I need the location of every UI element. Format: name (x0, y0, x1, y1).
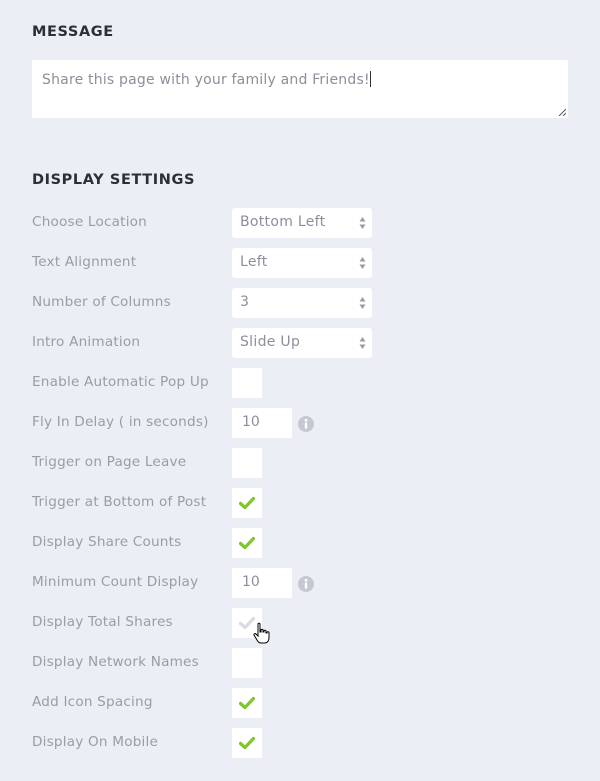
display-on-mobile-checkbox[interactable] (232, 728, 262, 758)
setting-label: Trigger on Page Leave (32, 454, 187, 470)
text-caret (369, 71, 371, 87)
input-value: 10 (242, 414, 260, 430)
checkmark-icon (239, 496, 255, 510)
fly-in-delay-in-seconds-input[interactable]: 10 (232, 408, 292, 438)
select-value: 3 (240, 294, 250, 310)
setting-label: Number of Columns (32, 294, 171, 310)
setting-row-number-of-columns: Number of Columns 3 (32, 288, 572, 318)
select-value: Bottom Left (240, 214, 326, 230)
setting-row-display-total-shares: Display Total Shares (32, 608, 572, 638)
setting-row-display-network-names: Display Network Names (32, 648, 572, 678)
text-alignment-select[interactable]: Left (232, 248, 372, 278)
select-arrows-icon (359, 337, 366, 349)
message-section-title: MESSAGE (32, 24, 114, 40)
message-text: Share this page with your family and Fri… (42, 72, 370, 88)
setting-row-intro-animation: Intro Animation Slide Up (32, 328, 572, 358)
trigger-on-page-leave-checkbox[interactable] (232, 448, 262, 478)
intro-animation-select[interactable]: Slide Up (232, 328, 372, 358)
setting-label: Trigger at Bottom of Post (32, 494, 207, 510)
info-icon[interactable] (298, 576, 314, 592)
select-value: Left (240, 254, 268, 270)
resize-grip-icon[interactable] (558, 108, 566, 116)
checkmark-icon (239, 736, 255, 750)
select-arrows-icon (359, 217, 366, 229)
setting-row-enable-automatic-pop-up: Enable Automatic Pop Up (32, 368, 572, 398)
setting-label: Display Total Shares (32, 614, 173, 630)
display-settings-title: DISPLAY SETTINGS (32, 172, 196, 188)
setting-row-add-icon-spacing: Add Icon Spacing (32, 688, 572, 718)
setting-label: Fly In Delay ( in seconds) (32, 414, 209, 430)
setting-label: Display Share Counts (32, 534, 182, 550)
checkmark-icon (239, 536, 255, 550)
message-textarea[interactable]: Share this page with your family and Fri… (32, 60, 568, 118)
setting-label: Intro Animation (32, 334, 141, 350)
enable-automatic-pop-up-checkbox[interactable] (232, 368, 262, 398)
info-icon[interactable] (298, 416, 314, 432)
setting-row-display-share-counts: Display Share Counts (32, 528, 572, 558)
select-arrows-icon (359, 257, 366, 269)
trigger-at-bottom-of-post-checkbox[interactable] (232, 488, 262, 518)
checkmark-icon (239, 696, 255, 710)
display-share-counts-checkbox[interactable] (232, 528, 262, 558)
minimum-count-display-input[interactable]: 10 (232, 568, 292, 598)
number-of-columns-select[interactable]: 3 (232, 288, 372, 318)
setting-row-choose-location: Choose Location Bottom Left (32, 208, 572, 238)
add-icon-spacing-checkbox[interactable] (232, 688, 262, 718)
hand-cursor-icon (253, 622, 270, 644)
input-value: 10 (242, 574, 260, 590)
setting-row-display-on-mobile: Display On Mobile (32, 728, 572, 758)
display-network-names-checkbox[interactable] (232, 648, 262, 678)
setting-row-minimum-count-display: Minimum Count Display 10 (32, 568, 572, 598)
setting-label: Text Alignment (32, 254, 137, 270)
setting-row-fly-in-delay-in-seconds: Fly In Delay ( in seconds) 10 (32, 408, 572, 438)
setting-row-text-alignment: Text Alignment Left (32, 248, 572, 278)
setting-label: Minimum Count Display (32, 574, 199, 590)
select-arrows-icon (359, 297, 366, 309)
choose-location-select[interactable]: Bottom Left (232, 208, 372, 238)
select-value: Slide Up (240, 334, 301, 350)
setting-label: Add Icon Spacing (32, 694, 153, 710)
setting-label: Display Network Names (32, 654, 199, 670)
setting-row-trigger-on-page-leave: Trigger on Page Leave (32, 448, 572, 478)
setting-row-trigger-at-bottom-of-post: Trigger at Bottom of Post (32, 488, 572, 518)
setting-label: Enable Automatic Pop Up (32, 374, 209, 390)
setting-label: Choose Location (32, 214, 148, 230)
setting-label: Display On Mobile (32, 734, 159, 750)
